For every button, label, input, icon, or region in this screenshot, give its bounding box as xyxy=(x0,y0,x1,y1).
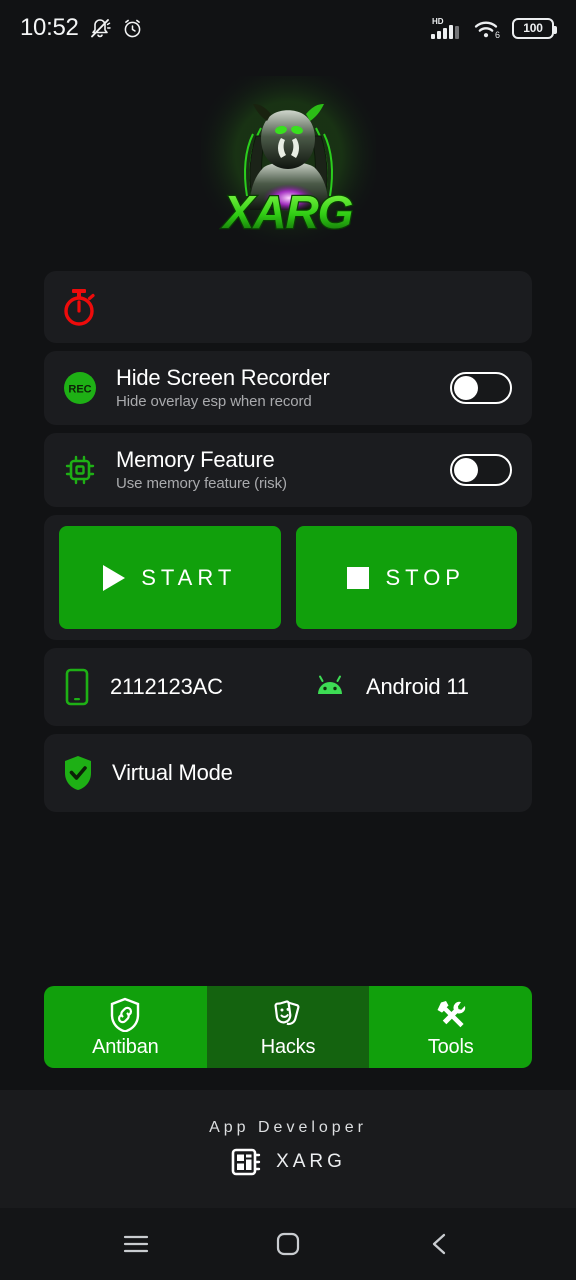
shield-link-icon xyxy=(111,997,140,1032)
tools-icon xyxy=(437,1000,465,1027)
tab-tools[interactable]: Tools xyxy=(369,986,532,1068)
setting-row-memory-feature[interactable]: Memory Feature Use memory feature (risk) xyxy=(44,433,532,507)
device-model-group: 2112123AC xyxy=(60,667,310,707)
device-model-label: 2112123AC xyxy=(110,674,223,699)
device-info-card: 2112123AC Android 11 xyxy=(44,648,532,726)
rec-badge-label: REC xyxy=(68,384,91,396)
play-icon xyxy=(103,564,126,591)
setting-title: Hide Screen Recorder xyxy=(116,365,330,391)
smartphone-icon xyxy=(65,668,89,706)
device-os-label: Android 11 xyxy=(366,674,469,699)
theater-masks-icon xyxy=(274,999,300,1025)
tab-hacks[interactable]: Hacks xyxy=(206,986,370,1068)
logo-brand-text: XARG xyxy=(220,186,352,238)
bell-slash-icon xyxy=(90,19,111,38)
setting-row-hide-screen-recorder[interactable]: REC Hide Screen Recorder Hide overlay es… xyxy=(44,351,532,425)
start-button[interactable]: START xyxy=(59,526,281,629)
stop-button-label: STOP xyxy=(385,564,465,590)
setting-subtitle: Use memory feature (risk) xyxy=(116,474,287,492)
rec-badge-icon: REC xyxy=(60,370,100,406)
stop-button[interactable]: STOP xyxy=(295,526,517,629)
nav-recents-button[interactable] xyxy=(106,1214,166,1274)
nav-back-button[interactable] xyxy=(410,1214,470,1274)
wifi-generation-label: 6 xyxy=(495,30,500,40)
status-bar-clock: 10:52 xyxy=(20,14,79,41)
chip-grid-icon xyxy=(231,1148,261,1176)
setting-subtitle: Hide overlay esp when record xyxy=(116,392,312,410)
status-bar-left: 10:52 xyxy=(20,14,144,42)
signal-bars-icon: HD xyxy=(431,17,459,39)
network-type-label: HD xyxy=(432,17,444,26)
footer-developer-name: XARG xyxy=(276,1151,346,1172)
logo-wordmark: XARG xyxy=(219,185,355,240)
xarg-logo-art: XARG xyxy=(200,76,376,251)
home-square-icon xyxy=(276,1232,300,1256)
back-chevron-icon xyxy=(432,1233,446,1255)
footer-title: App Developer xyxy=(209,1119,367,1136)
memory-feature-toggle[interactable] xyxy=(450,454,512,486)
footer-developer-row: XARG xyxy=(230,1145,346,1179)
tab-antiban-label: Antiban xyxy=(92,1035,159,1058)
alarm-clock-icon xyxy=(124,19,140,37)
status-bar: 10:52 HD 6 100 xyxy=(0,0,576,56)
memory-chip-icon xyxy=(60,453,100,487)
stopwatch-icon xyxy=(64,289,95,326)
app-root: 10:52 HD 6 100 XARG REC Hide Screen Reco… xyxy=(0,0,576,1280)
start-button-label: START xyxy=(141,564,237,590)
footer-credits: App Developer XARG xyxy=(0,1090,576,1208)
menu-icon xyxy=(123,1235,149,1253)
tab-tools-label: Tools xyxy=(427,1035,474,1058)
bottom-tab-bar: Antiban Hacks Tools xyxy=(44,986,532,1068)
android-nav-bar xyxy=(0,1208,576,1280)
setting-text-group: Hide Screen Recorder Hide overlay esp wh… xyxy=(116,365,434,410)
toggle-knob xyxy=(454,376,478,400)
app-logo-container: XARG xyxy=(0,56,576,271)
virtual-mode-card[interactable]: Virtual Mode xyxy=(44,734,532,812)
status-bar-right: HD 6 100 xyxy=(430,15,557,41)
xarg-logo: XARG xyxy=(200,76,376,251)
timer-card[interactable] xyxy=(44,271,532,343)
action-buttons-card: START STOP xyxy=(44,515,532,640)
device-os-group: Android 11 xyxy=(310,672,469,702)
nav-home-button[interactable] xyxy=(258,1214,318,1274)
android-robot-icon xyxy=(318,675,342,694)
virtual-mode-label: Virtual Mode xyxy=(112,760,233,785)
setting-title: Memory Feature xyxy=(116,447,275,473)
shield-check-icon xyxy=(65,756,91,790)
hide-screen-recorder-toggle[interactable] xyxy=(450,372,512,404)
battery-indicator: 100 xyxy=(512,17,557,39)
main-content: XARG REC Hide Screen Recorder Hide overl… xyxy=(0,56,576,1208)
toggle-knob xyxy=(454,458,478,482)
battery-level-label: 100 xyxy=(523,21,543,35)
wifi-icon: 6 xyxy=(474,21,500,40)
setting-text-group: Memory Feature Use memory feature (risk) xyxy=(116,447,434,492)
tab-antiban[interactable]: Antiban xyxy=(44,986,207,1068)
tab-hacks-label: Hacks xyxy=(260,1035,316,1058)
stop-square-icon xyxy=(347,566,370,589)
